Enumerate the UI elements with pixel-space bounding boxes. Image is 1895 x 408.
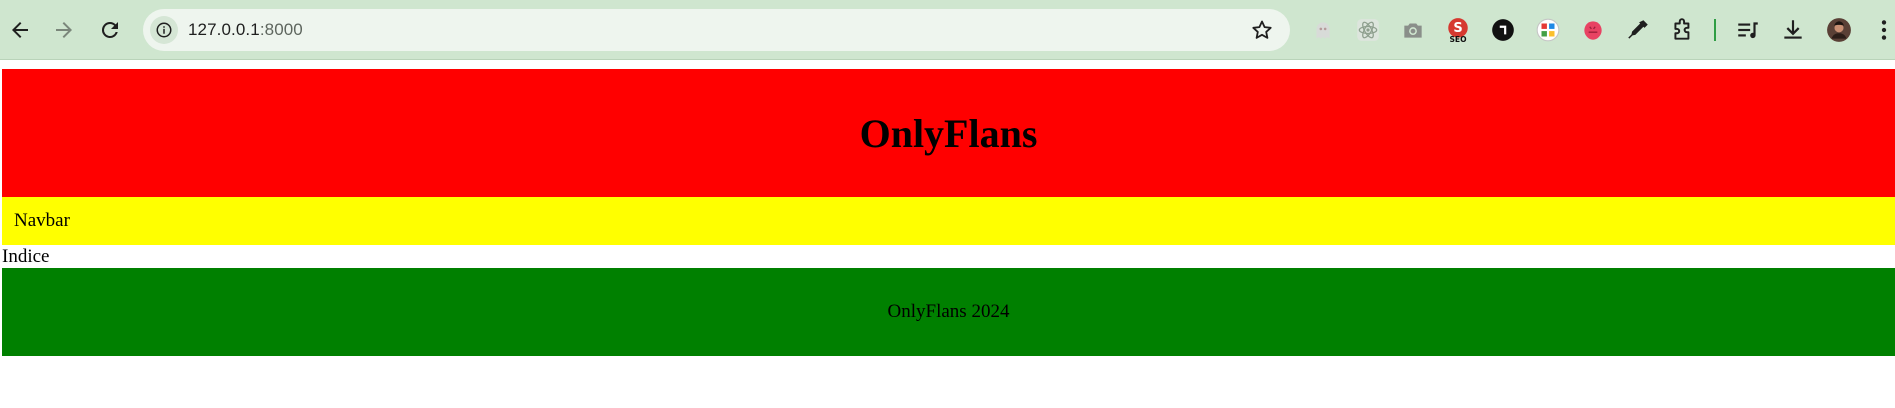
download-icon[interactable] <box>1779 16 1807 44</box>
puzzle-extensions-icon[interactable] <box>1669 16 1697 44</box>
url-port: :8000 <box>259 20 303 39</box>
web-page: OnlyFlans Navbar Indice OnlyFlans 2024 <box>0 61 1895 408</box>
site-footer: OnlyFlans 2024 <box>2 268 1895 356</box>
arrow-left-icon <box>12 22 28 38</box>
address-bar[interactable]: 127.0.0.1:8000 <box>143 9 1290 51</box>
svg-text:SEO: SEO <box>1449 35 1467 43</box>
svg-text:S: S <box>1453 21 1462 36</box>
site-header: OnlyFlans <box>2 69 1895 197</box>
raspberry-icon[interactable] <box>1579 16 1607 44</box>
reload-button[interactable] <box>90 10 130 50</box>
color-grid-icon[interactable] <box>1534 16 1562 44</box>
profile-avatar[interactable] <box>1825 16 1853 44</box>
camera-icon[interactable] <box>1399 16 1427 44</box>
site-title: OnlyFlans <box>859 110 1038 156</box>
site-info-button[interactable] <box>150 16 178 44</box>
content-label: Indice <box>2 246 50 267</box>
navbar: Navbar <box>2 197 1895 245</box>
navbar-label: Navbar <box>14 210 70 231</box>
url-host: 127.0.0.1 <box>188 20 260 39</box>
seo-icon[interactable]: S SEO <box>1444 16 1472 44</box>
info-icon <box>156 22 172 38</box>
reading-list-icon[interactable] <box>1734 16 1762 44</box>
back-button[interactable] <box>0 10 40 50</box>
arrow-right-icon <box>56 22 72 38</box>
dark-circle-extension-icon[interactable] <box>1489 16 1517 44</box>
toolbar-divider <box>1714 19 1716 41</box>
eyedropper-icon[interactable] <box>1624 16 1652 44</box>
browser-toolbar: 127.0.0.1:8000 S SEO <box>0 0 1895 60</box>
kebab-menu-icon[interactable] <box>1870 16 1895 44</box>
bookmark-star-icon[interactable] <box>1250 18 1274 42</box>
ghost-extension-icon[interactable] <box>1309 16 1337 44</box>
react-devtools-icon[interactable] <box>1354 16 1382 44</box>
forward-button[interactable] <box>44 10 84 50</box>
footer-text: OnlyFlans 2024 <box>887 301 1010 322</box>
reload-icon <box>101 21 118 38</box>
url-text[interactable]: 127.0.0.1:8000 <box>188 9 303 51</box>
